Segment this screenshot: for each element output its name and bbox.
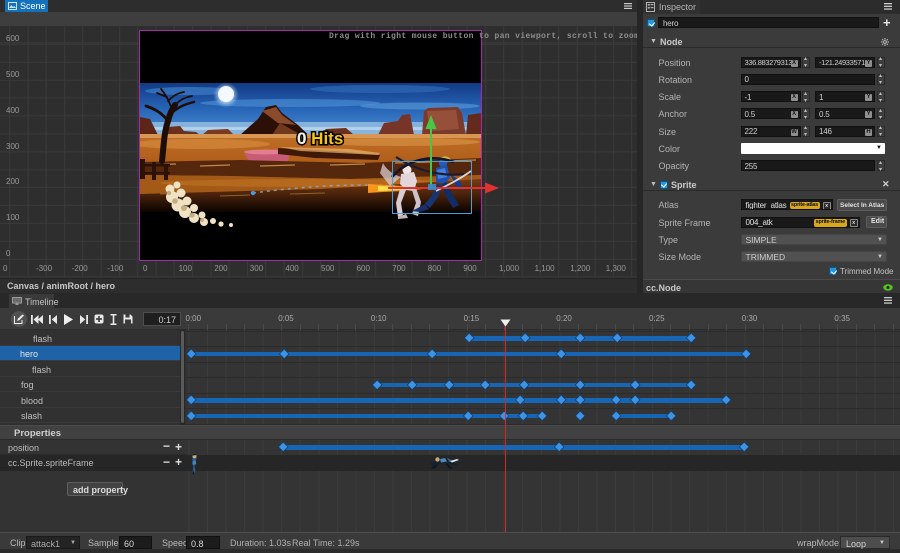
svg-text:0: 0: [297, 129, 306, 148]
